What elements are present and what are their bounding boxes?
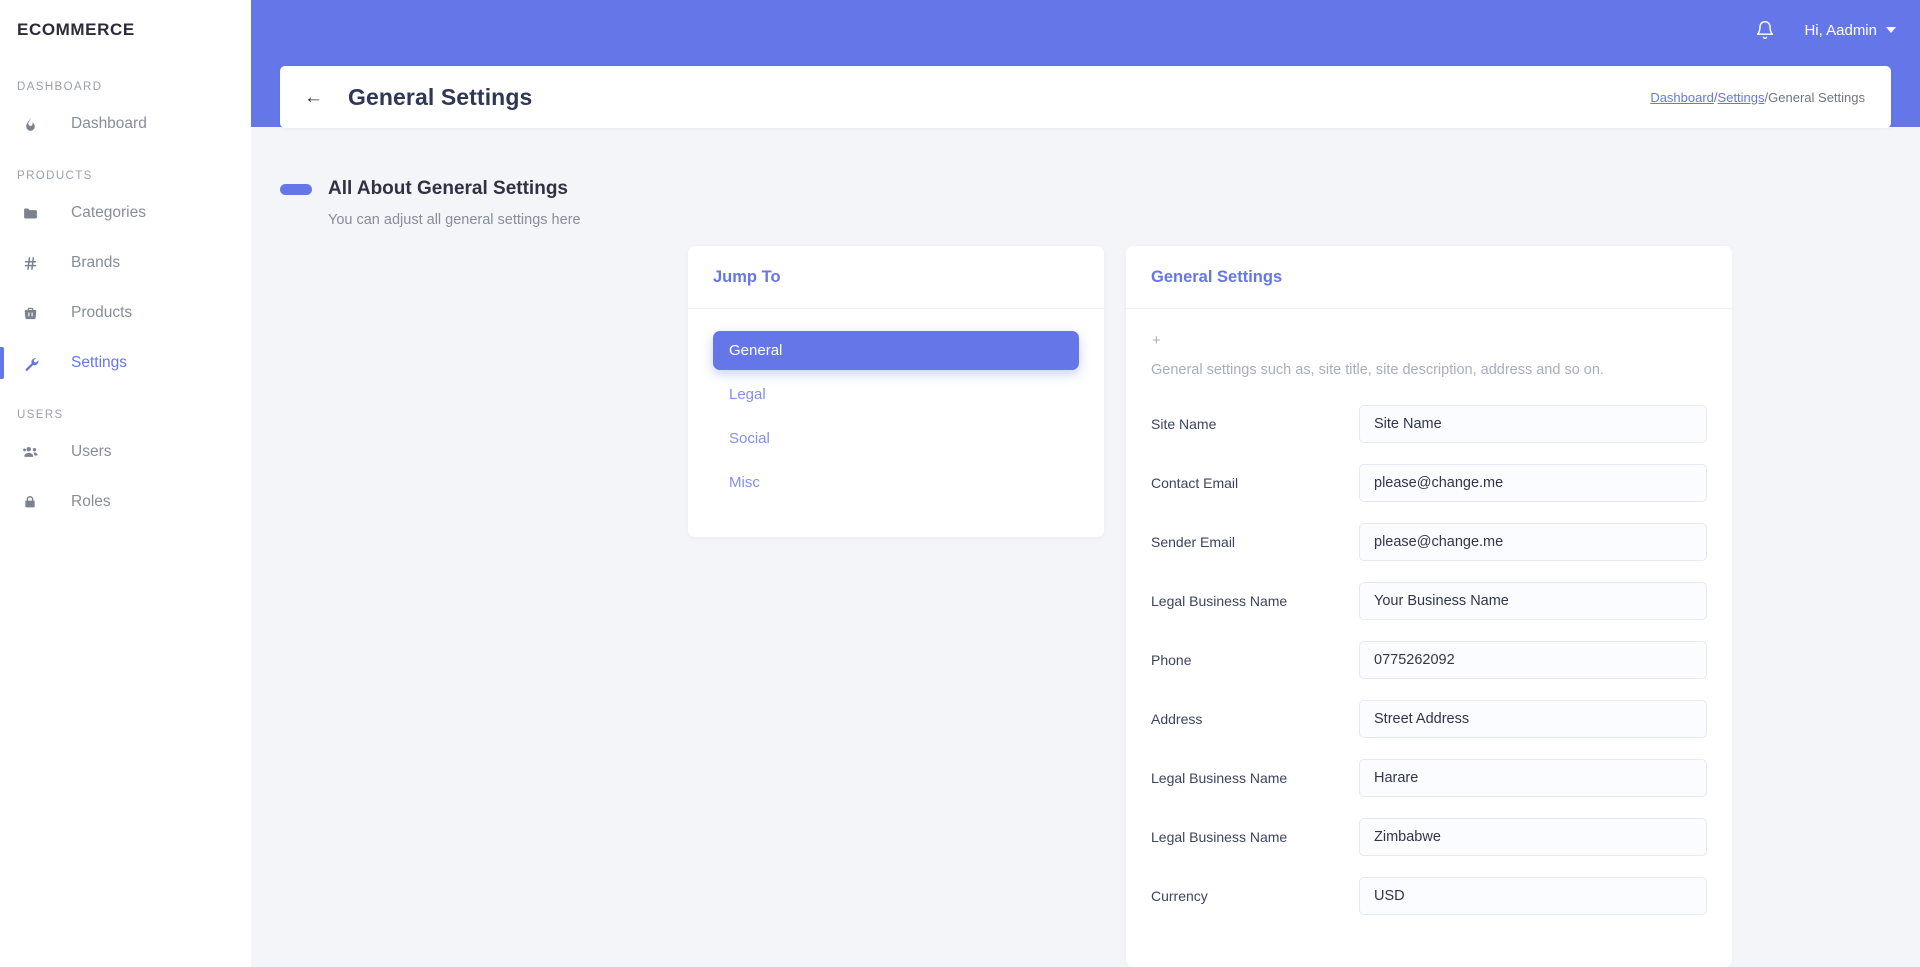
- form-row: Phone: [1151, 641, 1707, 679]
- section-title-row: All About General Settings: [280, 178, 581, 200]
- form-label: Address: [1151, 711, 1203, 727]
- breadcrumb-link-settings[interactable]: Settings: [1718, 90, 1765, 105]
- sidebar-nav: DASHBOARD Dashboard PRODUCTS Categories Bran…: [0, 81, 251, 527]
- jump-to-item-label: Misc: [729, 474, 760, 491]
- dash-marker-icon: [280, 183, 312, 195]
- wrench-icon: [22, 355, 52, 372]
- form-row: Currency: [1151, 877, 1707, 915]
- sidebar-item-brands[interactable]: Brands: [0, 238, 251, 288]
- sidebar-item-label: Dashboard: [71, 115, 147, 132]
- form-row: Address: [1151, 700, 1707, 738]
- section-title: All About General Settings: [328, 178, 568, 199]
- jump-to-item-general[interactable]: General: [713, 331, 1079, 370]
- main-area: Hi, Aadmin ← General Settings Dashboard/…: [251, 0, 1920, 967]
- general-settings-card: General Settings + General settings such…: [1126, 246, 1732, 967]
- section-subtitle: You can adjust all general settings here: [328, 212, 581, 228]
- general-settings-card-body: + General settings such as, site title, …: [1126, 309, 1732, 960]
- breadcrumb: Dashboard/Settings/General Settings: [1650, 90, 1865, 105]
- sidebar-section-title: PRODUCTS: [17, 170, 93, 182]
- hash-icon: [22, 255, 52, 272]
- brand-logo: ECOMMERCE: [17, 20, 135, 39]
- form-row: Contact Email: [1151, 464, 1707, 502]
- page-title: General Settings: [348, 83, 533, 110]
- breadcrumb-link-dashboard[interactable]: Dashboard: [1650, 90, 1714, 105]
- folder-icon: [22, 205, 52, 222]
- sidebar-item-dashboard[interactable]: Dashboard: [0, 99, 251, 149]
- user-menu[interactable]: Hi, Aadmin: [1804, 22, 1896, 39]
- form-label: Legal Business Name: [1151, 829, 1288, 845]
- form-row: Legal Business Name: [1151, 818, 1707, 856]
- top-header-actions: Hi, Aadmin: [1752, 0, 1896, 60]
- sidebar-item-categories[interactable]: Categories: [0, 188, 251, 238]
- sidebar-item-label: Brands: [71, 254, 121, 271]
- jump-to-item-social[interactable]: Social: [713, 419, 1079, 458]
- form-label: Site Name: [1151, 416, 1217, 432]
- jump-to-item-label: General: [729, 342, 783, 359]
- form-label: Legal Business Name: [1151, 593, 1288, 609]
- sidebar-item-label: Products: [71, 304, 133, 321]
- form-input-legal-business-name-7[interactable]: [1359, 818, 1707, 856]
- section-heading: All About General Settings You can adjus…: [280, 178, 581, 228]
- form-label: Contact Email: [1151, 475, 1239, 491]
- form-label: Currency: [1151, 888, 1208, 904]
- sidebar-section-title: USERS: [17, 409, 64, 421]
- jump-to-item-misc[interactable]: Misc: [713, 463, 1079, 502]
- form-row: Legal Business Name: [1151, 759, 1707, 797]
- bell-icon[interactable]: [1752, 17, 1778, 43]
- form-input-currency-8[interactable]: [1359, 877, 1707, 915]
- breadcrumb-current: General Settings: [1768, 89, 1865, 105]
- form-input-phone-4[interactable]: [1359, 641, 1707, 679]
- form-row: Legal Business Name: [1151, 582, 1707, 620]
- jump-to-card-body: General Legal Social Misc: [688, 309, 1104, 532]
- jump-to-card: Jump To General Legal Social Misc: [688, 246, 1104, 537]
- form-input-sender-email-2[interactable]: [1359, 523, 1707, 561]
- jump-to-card-header: Jump To: [688, 246, 1104, 309]
- general-settings-card-header: General Settings: [1126, 246, 1732, 309]
- sidebar-item-label: Users: [71, 443, 112, 460]
- basket-icon: [22, 305, 52, 322]
- general-settings-form: Site Name Contact Email Sender Email Legal …: [1151, 405, 1707, 915]
- form-label: Phone: [1151, 652, 1192, 668]
- users-icon: [22, 443, 52, 461]
- form-input-legal-business-name-6[interactable]: [1359, 759, 1707, 797]
- lock-icon: [22, 494, 52, 510]
- form-input-legal-business-name-3[interactable]: [1359, 582, 1707, 620]
- general-settings-title: General Settings: [1151, 267, 1283, 286]
- sidebar: ECOMMERCE DASHBOARD Dashboard PRODUCTS Cate…: [0, 0, 251, 967]
- jump-to-list: General Legal Social Misc: [713, 331, 1079, 507]
- chevron-down-icon: [1886, 27, 1896, 33]
- form-row: Site Name: [1151, 405, 1707, 443]
- general-settings-description: General settings such as, site title, si…: [1151, 362, 1604, 378]
- fire-icon: [22, 116, 52, 133]
- sidebar-item-label: Categories: [71, 204, 146, 221]
- sidebar-item-users[interactable]: Users: [0, 427, 251, 477]
- sidebar-item-settings[interactable]: Settings: [0, 338, 251, 388]
- arrow-left-icon[interactable]: ←: [304, 88, 328, 107]
- user-greeting-label: Hi, Aadmin: [1804, 21, 1877, 39]
- sidebar-item-roles[interactable]: Roles: [0, 477, 251, 527]
- form-row: Sender Email: [1151, 523, 1707, 561]
- sidebar-section-title: DASHBOARD: [17, 81, 103, 93]
- form-label: Sender Email: [1151, 534, 1236, 550]
- form-input-site-name-0[interactable]: [1359, 405, 1707, 443]
- jump-to-item-legal[interactable]: Legal: [713, 375, 1079, 414]
- plus-icon: +: [1152, 332, 1161, 349]
- sidebar-item-label: Settings: [71, 354, 128, 371]
- form-input-address-5[interactable]: [1359, 700, 1707, 738]
- sidebar-item-products[interactable]: Products: [0, 288, 251, 338]
- content-columns: Jump To General Legal Social Misc General S…: [688, 246, 1732, 967]
- form-input-contact-email-1[interactable]: [1359, 464, 1707, 502]
- sidebar-item-label: Roles: [71, 493, 111, 510]
- jump-to-title: Jump To: [713, 267, 781, 286]
- form-label: Legal Business Name: [1151, 770, 1288, 786]
- app-root: ECOMMERCE DASHBOARD Dashboard PRODUCTS Cate…: [0, 0, 1920, 967]
- jump-to-item-label: Legal: [729, 386, 766, 403]
- page-title-card: ← General Settings Dashboard/Settings/Ge…: [280, 66, 1891, 128]
- jump-to-item-label: Social: [729, 430, 770, 447]
